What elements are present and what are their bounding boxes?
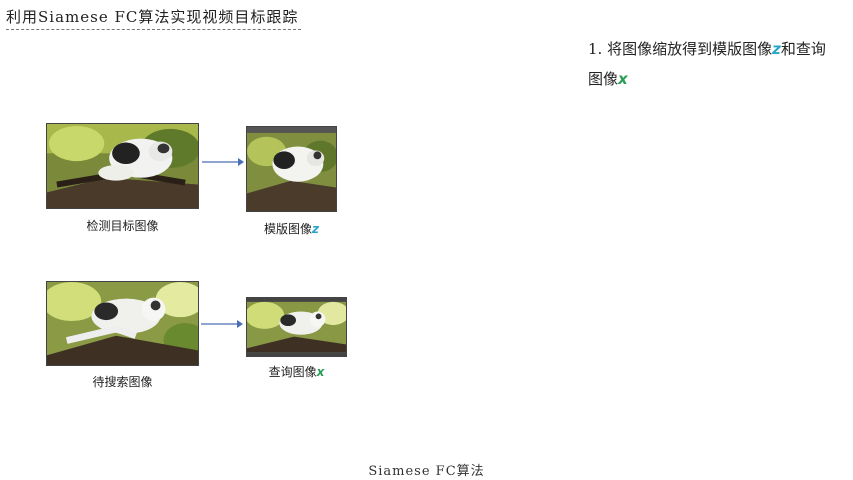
query-caption: 查询图像x <box>241 363 352 380</box>
template-caption-var: z <box>312 222 319 236</box>
step-description: 1. 将图像缩放得到模版图像z和查询图像x <box>588 34 838 94</box>
template-image <box>246 126 337 212</box>
template-caption-text: 模版图像 <box>264 222 313 236</box>
footer-label: Siamese FC算法 <box>368 464 485 479</box>
query-caption-var: x <box>316 365 325 379</box>
to-track-image <box>46 281 199 366</box>
query-caption-text: 查询图像 <box>268 365 317 379</box>
detect-target-image <box>46 123 199 209</box>
step-text: 1. 将图像缩放得到模版图像 <box>588 40 773 58</box>
query-image <box>246 297 347 357</box>
to-track-caption: 待搜索图像 <box>92 375 153 389</box>
arrow-to-template <box>202 158 244 166</box>
slide-title: 利用Siamese FC算法实现视频目标跟踪 <box>6 6 302 30</box>
arrow-to-query <box>201 320 243 328</box>
query-variable-x: x <box>618 70 628 88</box>
template-caption: 模版图像z <box>236 220 347 237</box>
template-variable-z: z <box>772 40 781 58</box>
detect-target-caption: 检测目标图像 <box>86 219 159 233</box>
